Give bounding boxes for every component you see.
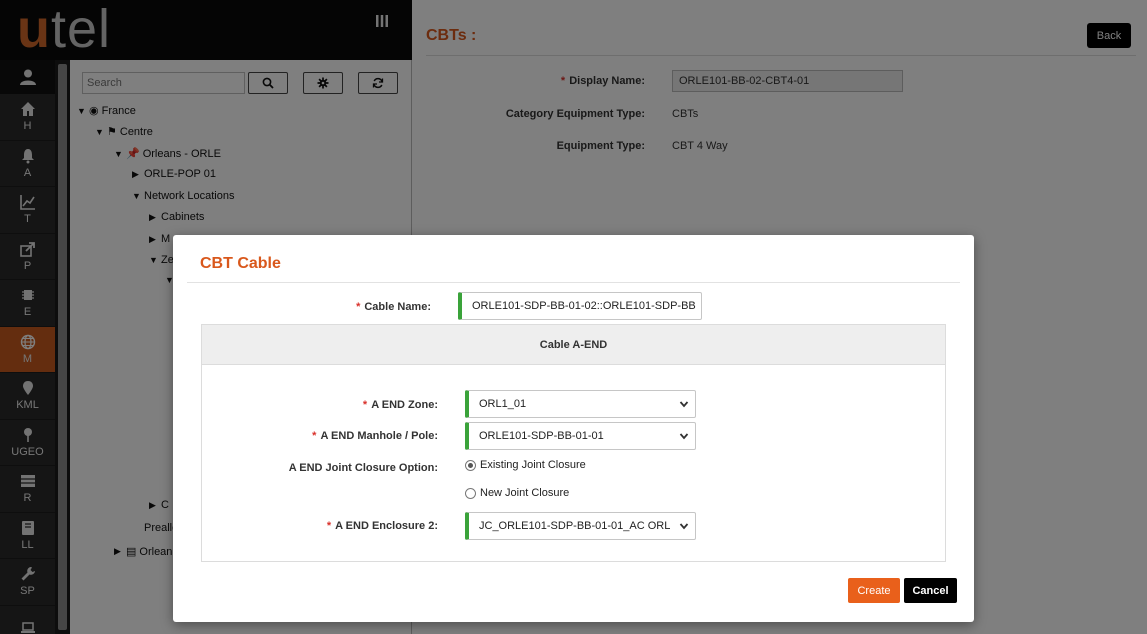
a-end-enclosure-label: * A END Enclosure 2: [327,520,438,532]
cbt-cable-modal: CBT Cable * Cable Name: ORLE101-SDP-BB-01… [173,235,974,622]
a-end-manhole-label-text: A END Manhole / Pole: [320,430,438,442]
joint-closure-existing-radio[interactable]: Existing Joint Closure [465,459,586,471]
a-end-enclosure-label-text: A END Enclosure 2: [335,520,438,532]
chevron-down-icon [679,433,689,440]
cancel-button[interactable]: Cancel [904,578,957,603]
a-end-zone-value: ORL1_01 [479,398,527,410]
chevron-down-icon [679,401,689,408]
cable-name-label: * Cable Name: [356,301,431,313]
a-end-zone-label-text: A END Zone: [371,399,438,411]
a-end-manhole-select[interactable]: ORLE101-SDP-BB-01-01 [465,422,696,450]
a-end-enclosure-select[interactable]: JC_ORLE101-SDP-BB-01-01_AC ORL [465,512,696,540]
cable-name-label-text: Cable Name: [364,301,431,313]
cable-a-end-section: Cable A-END * A END Zone: ORL1_01 * A END … [201,324,946,562]
section-header: Cable A-END [202,325,945,365]
joint-closure-existing-label: Existing Joint Closure [480,459,586,471]
a-end-manhole-label: * A END Manhole / Pole: [312,430,438,442]
radio-unselected-icon[interactable] [465,487,476,499]
create-button[interactable]: Create [848,578,900,603]
modal-divider [187,282,960,283]
a-end-zone-select[interactable]: ORL1_01 [465,390,696,418]
modal-title: CBT Cable [200,255,281,272]
a-end-joint-label: A END Joint Closure Option: [288,462,438,474]
a-end-zone-label: * A END Zone: [363,399,438,411]
radio-selected-icon[interactable] [465,459,476,471]
joint-closure-new-radio[interactable]: New Joint Closure [465,487,569,499]
required-marker: * [312,430,317,442]
required-marker: * [362,399,368,411]
joint-closure-new-label: New Joint Closure [480,487,570,499]
chevron-down-icon [679,523,689,530]
a-end-enclosure-value: JC_ORLE101-SDP-BB-01-01_AC ORL [479,520,671,532]
a-end-manhole-value: ORLE101-SDP-BB-01-01 [479,430,604,442]
required-marker: * [326,520,332,532]
cable-name-input[interactable]: ORLE101-SDP-BB-01-02::ORLE101-SDP-BB [458,292,702,320]
required-marker: * [356,301,361,313]
